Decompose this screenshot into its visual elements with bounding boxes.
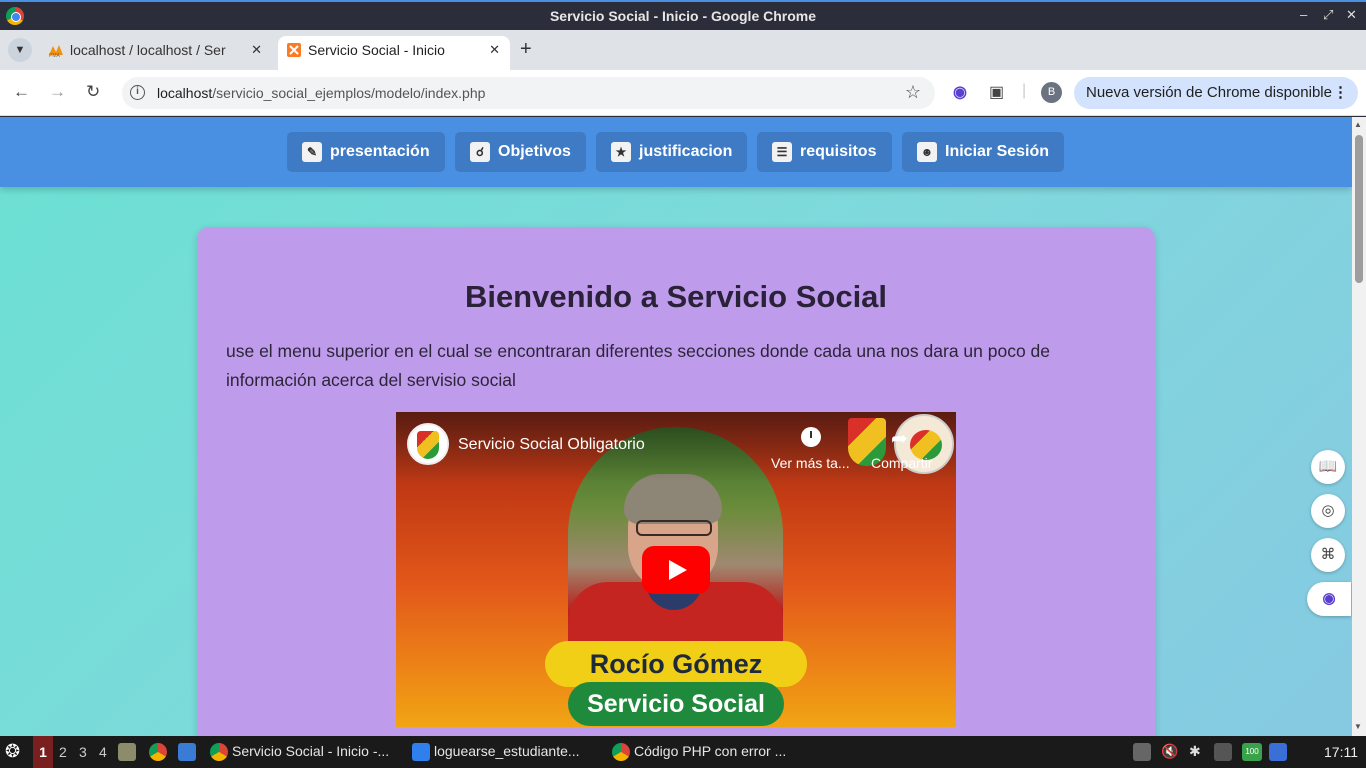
file-manager-icon[interactable] — [118, 743, 136, 761]
channel-logo[interactable] — [407, 423, 449, 465]
close-tab-icon[interactable]: ✕ — [251, 36, 262, 64]
tab-search-button[interactable]: ▼ — [8, 38, 32, 62]
chrome-icon — [210, 743, 228, 761]
scroll-down-icon[interactable]: ▼ — [1354, 722, 1362, 731]
back-button[interactable]: ← — [13, 82, 30, 102]
phpmyadmin-icon: PMA — [49, 45, 63, 57]
cast-icon[interactable]: ◎ — [1311, 494, 1345, 528]
watch-later-label[interactable]: Ver más ta... — [771, 455, 850, 471]
chrome-update-button[interactable]: Nueva versión de Chrome disponible ⋮ — [1074, 77, 1358, 109]
presentation-icon: ✎ — [302, 142, 322, 162]
watch-later-icon[interactable] — [801, 427, 821, 447]
share-label[interactable]: Compartir — [871, 455, 932, 471]
page-title: Bienvenido a Servicio Social — [464, 279, 888, 314]
tab-phpmyadmin[interactable]: PMA localhost / localhost / Ser ✕ — [40, 36, 272, 70]
maximize-icon[interactable]: ⤢ — [1323, 7, 1333, 23]
extensions-puzzle-icon[interactable]: ▣ — [989, 82, 1004, 102]
page-scrollbar[interactable]: ▲ ▼ — [1352, 117, 1366, 736]
chrome-launcher-icon[interactable] — [149, 743, 167, 761]
update-label: Nueva versión de Chrome disponible — [1086, 84, 1332, 101]
scroll-up-icon[interactable]: ▲ — [1354, 120, 1362, 129]
nav-label: Iniciar Sesión — [945, 143, 1050, 160]
address-bar[interactable]: i localhost/servicio_social_ejemplos/mod… — [122, 77, 935, 109]
window-titlebar: Servicio Social - Inicio - Google Chrome… — [0, 0, 1366, 30]
nav-iniciar-sesion[interactable]: ☻ Iniciar Sesión — [902, 132, 1064, 172]
task-vscode[interactable]: loguearse_estudiante... — [412, 743, 580, 761]
close-window-icon[interactable]: ✕ — [1346, 7, 1357, 23]
nav-objetivos[interactable]: ☌ Objetivos — [455, 132, 586, 172]
video-title[interactable]: Servicio Social Obligatorio — [458, 436, 645, 454]
welcome-card: Bienvenido a Servicio Social use el menu… — [197, 227, 1155, 736]
minimize-icon[interactable]: – — [1300, 7, 1307, 22]
intro-text: use el menu superior en el cual se encon… — [226, 341, 1051, 390]
reading-mode-icon[interactable]: 📖 — [1311, 450, 1345, 484]
system-taskbar: ❂ 1 2 3 4 Servicio Social - Inicio -... … — [0, 736, 1366, 768]
magnifier-icon: ☌ — [470, 142, 490, 162]
start-menu-icon[interactable]: ❂ — [5, 741, 20, 762]
bookmark-star-icon[interactable]: ☆ — [905, 82, 921, 103]
assistant-side-icon[interactable]: ◉ — [1307, 582, 1351, 616]
battery-icon[interactable]: 100 — [1242, 743, 1262, 761]
svg-text:PMA: PMA — [49, 53, 61, 57]
site-info-icon[interactable]: i — [130, 85, 145, 100]
bluetooth-icon[interactable]: ✱ — [1189, 743, 1207, 761]
workspace-2[interactable]: 2 — [59, 744, 67, 760]
forward-button[interactable]: → — [49, 82, 66, 102]
nav-label: justificacion — [639, 143, 733, 160]
url-text[interactable]: localhost/servicio_social_ejemplos/model… — [157, 85, 485, 101]
keyboard-layout-icon[interactable] — [1133, 743, 1151, 761]
trophy-icon: ★ — [611, 142, 631, 162]
vscode-icon — [412, 743, 430, 761]
extension-assistant-icon[interactable]: ◉ — [953, 82, 967, 102]
tab-servicio-social[interactable]: Servicio Social - Inicio ✕ — [278, 36, 510, 70]
task-chrome-servicio[interactable]: Servicio Social - Inicio -... — [210, 743, 390, 761]
share-icon[interactable]: ➦ — [891, 426, 908, 451]
role-banner: Servicio Social — [568, 682, 784, 726]
nav-justificacion[interactable]: ★ justificacion — [596, 132, 747, 172]
notification-icon[interactable] — [1269, 743, 1287, 761]
nav-label: Objetivos — [498, 143, 571, 160]
video-thumbnail-glasses — [636, 520, 712, 536]
task-label: Código PHP con error ... — [634, 743, 787, 759]
youtube-embed[interactable]: Servicio Social Obligatorio Ver más ta..… — [396, 412, 956, 727]
workspace-1[interactable]: 1 — [33, 736, 53, 768]
task-label: Servicio Social - Inicio -... — [232, 743, 390, 759]
toolbar-divider: | — [1022, 82, 1027, 99]
desktop-icon[interactable] — [178, 743, 196, 761]
nav-label: presentación — [330, 143, 430, 160]
task-chrome-php[interactable]: Código PHP con error ... — [612, 743, 787, 761]
chrome-icon — [612, 743, 630, 761]
name-banner: Rocío Gómez — [545, 641, 807, 687]
taskbar-clock[interactable]: 17:11 — [1324, 744, 1358, 760]
tab-strip: ▼ PMA localhost / localhost / Ser ✕ Serv… — [0, 30, 1366, 70]
nav-presentacion[interactable]: ✎ presentación — [287, 132, 445, 172]
scrollbar-thumb[interactable] — [1355, 135, 1363, 283]
xampp-icon — [287, 43, 301, 57]
browser-toolbar: ← → ↻ i localhost/servicio_social_ejempl… — [0, 70, 1366, 116]
task-label: loguearse_estudiante... — [434, 743, 580, 759]
page-viewport: ✎ presentación ☌ Objetivos ★ justificaci… — [0, 117, 1352, 736]
site-navbar: ✎ presentación ☌ Objetivos ★ justificaci… — [0, 117, 1352, 187]
reload-button[interactable]: ↻ — [86, 82, 100, 102]
nav-requisitos[interactable]: ☰ requisitos — [757, 132, 892, 172]
workspace-3[interactable]: 3 — [79, 744, 87, 760]
more-menu-icon[interactable]: ⋮ — [1333, 77, 1348, 109]
window-title: Servicio Social - Inicio - Google Chrome — [549, 8, 817, 24]
nav-label: requisitos — [800, 143, 877, 160]
close-tab-icon[interactable]: ✕ — [489, 36, 500, 64]
workspace-4[interactable]: 4 — [99, 744, 107, 760]
display-icon[interactable] — [1214, 743, 1232, 761]
tab-label: localhost / localhost / Ser — [70, 42, 226, 58]
document-icon: ☰ — [772, 142, 792, 162]
volume-muted-icon[interactable]: 🔇 — [1161, 743, 1179, 761]
tab-label: Servicio Social - Inicio — [308, 42, 445, 58]
play-button[interactable] — [642, 546, 710, 594]
profile-avatar[interactable]: B — [1041, 82, 1062, 103]
apps-grid-icon[interactable]: ⌘ — [1311, 538, 1345, 572]
user-icon: ☻ — [917, 142, 937, 162]
new-tab-button[interactable]: + — [520, 38, 532, 61]
